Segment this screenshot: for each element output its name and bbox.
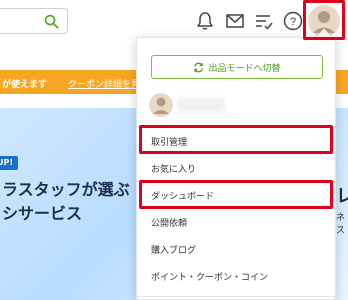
checklist-icon[interactable] — [253, 10, 275, 32]
user-avatar — [149, 93, 173, 117]
bell-icon[interactable] — [194, 10, 216, 32]
switch-mode-label: 出品モードへ切替 — [208, 63, 281, 74]
hero-right-text: レ — [336, 186, 348, 207]
menu-item-purchase-blog[interactable]: 購入ブログ — [151, 243, 196, 256]
account-dropdown: 出品モードへ切替 取引管理 お気に入り ダッシュボード 公開依頼 購入ブログ ポ… — [136, 37, 336, 300]
hero-right-small: ネス — [336, 213, 346, 236]
svg-text:?: ? — [290, 16, 296, 28]
switch-to-seller-mode-button[interactable]: 出品モードへ切替 — [151, 55, 323, 79]
menu-divider — [137, 126, 335, 127]
hero-subheadline: シサービス — [2, 204, 83, 223]
user-name-redacted — [177, 98, 225, 112]
hero-badge: UP! — [0, 156, 18, 170]
menu-divider — [137, 296, 335, 297]
menu-item-transactions[interactable]: 取引管理 — [151, 135, 187, 148]
mail-icon[interactable] — [224, 10, 246, 32]
menu-item-dashboard[interactable]: ダッシュボード — [151, 189, 214, 202]
help-icon[interactable]: ? — [282, 10, 304, 32]
hero-headline: ラスタッフが選ぶ — [2, 180, 130, 199]
banner-text: が使えます — [2, 80, 48, 90]
search-box[interactable] — [0, 8, 68, 34]
menu-item-points-coupons[interactable]: ポイント・クーポン・コイン — [151, 270, 268, 283]
menu-item-favorites[interactable]: お気に入り — [151, 162, 196, 175]
refresh-icon — [194, 62, 204, 72]
menu-divider — [137, 181, 335, 182]
page: ? が使えます クーポン詳細を見る UP! ラスタッフが選ぶ シサービス レ ネ… — [0, 0, 348, 300]
search-icon[interactable] — [44, 14, 59, 29]
menu-item-public-requests[interactable]: 公開依頼 — [151, 216, 187, 229]
